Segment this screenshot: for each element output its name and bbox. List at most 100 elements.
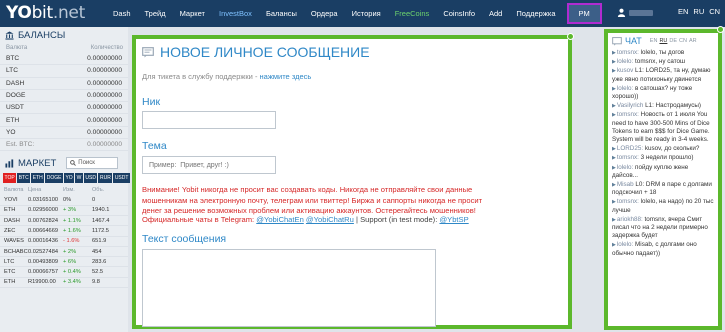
support-ticket-link[interactable]: нажмите здесь — [260, 72, 312, 81]
balance-row[interactable]: YO 0.00000000 — [0, 127, 128, 140]
market-columns: Валюта Цена Изм. Объ. — [0, 185, 128, 195]
chat-lang-en[interactable]: EN — [650, 38, 658, 44]
reply-arrow-icon[interactable]: ▶ — [612, 242, 616, 248]
reply-arrow-icon[interactable]: ▶ — [612, 112, 616, 118]
chat-nickname[interactable]: lolelo: — [617, 58, 633, 65]
market-tab-rur[interactable]: RUR — [98, 173, 113, 184]
lang-en[interactable]: EN — [678, 7, 688, 16]
market-tab-top[interactable]: TOP — [3, 173, 17, 184]
chat-lang-de[interactable]: DE — [669, 38, 677, 44]
chat-message: ▶lolelo: пойду куплю жене дайсов... — [612, 164, 716, 180]
nav-history[interactable]: История — [345, 9, 388, 18]
market-tab-eth[interactable]: ETH — [31, 173, 45, 184]
market-col-volume[interactable]: Объ. — [92, 187, 120, 193]
market-row[interactable]: LTC 0.00493809 + 6% 283.6 — [0, 257, 128, 268]
market-row-currency: ZEC — [4, 227, 16, 234]
market-col-currency[interactable]: Валюта — [4, 187, 28, 193]
balance-row[interactable]: LTC 0.00000000 — [0, 65, 128, 78]
market-row-volume: 1172.5 — [92, 227, 109, 234]
nav-market[interactable]: Маркет — [173, 9, 212, 18]
chat-lang-ru[interactable]: RU — [659, 38, 667, 44]
market-row[interactable]: WAVES 0.00016436 - 1.6% 651.9 — [0, 237, 128, 247]
telegram-chat-en-link[interactable]: @YobiChatEn — [256, 215, 304, 224]
market-row[interactable]: ETH 0.02956000 + 3% 1940.1 — [0, 206, 128, 216]
market-row[interactable]: BCHABC 0.02527484 + 2% 454 — [0, 247, 128, 258]
market-row-change: + 2% — [63, 248, 77, 255]
market-row[interactable]: YOVI 0.03165100 0% 0 — [0, 195, 128, 206]
reply-arrow-icon[interactable]: ▶ — [612, 199, 616, 205]
chat-nickname[interactable]: tomsnx: — [617, 111, 639, 118]
lang-ru[interactable]: RU — [693, 7, 704, 16]
chat-nickname[interactable]: tomsnx: — [617, 154, 639, 161]
chat-nickname[interactable]: tomsnx: — [617, 198, 639, 205]
reply-arrow-icon[interactable]: ▶ — [612, 165, 616, 171]
reply-arrow-icon[interactable]: ▶ — [612, 59, 616, 65]
nav-balances[interactable]: Балансы — [259, 9, 304, 18]
lang-cn[interactable]: CN — [709, 7, 720, 16]
subject-input[interactable] — [142, 156, 276, 174]
market-tab-yo[interactable]: YO — [63, 173, 75, 184]
market-search[interactable]: Поиск — [66, 157, 119, 170]
balance-row[interactable]: BTC 0.00000000 — [0, 53, 128, 66]
balance-amount: 0.00000000 — [87, 79, 122, 87]
reply-arrow-icon[interactable]: ▶ — [612, 103, 616, 109]
reply-arrow-icon[interactable]: ▶ — [612, 50, 616, 56]
balance-currency: YO — [6, 128, 16, 136]
support-telegram-link[interactable]: @YbtSP — [439, 215, 468, 224]
chat-nickname[interactable]: Misab — [617, 181, 634, 188]
message-textarea[interactable] — [142, 249, 436, 327]
market-row[interactable]: DASH 0.00762824 + 1.1% 1467.4 — [0, 216, 128, 227]
chat-nickname[interactable]: tomsnx: — [617, 49, 639, 56]
market-col-price[interactable]: Цена — [28, 187, 63, 193]
market-tab-w[interactable]: W — [75, 173, 83, 184]
chat-lang-ar[interactable]: AR — [689, 38, 697, 44]
nav-orders[interactable]: Ордера — [304, 9, 345, 18]
balance-row[interactable]: USDT 0.00000000 — [0, 102, 128, 115]
hint-text: Для тикета в службу поддержки - — [142, 72, 260, 81]
reply-arrow-icon[interactable]: ▶ — [612, 86, 616, 92]
telegram-chat-ru-link[interactable]: @YobiChatRu — [306, 215, 354, 224]
nav-coinsinfo[interactable]: CoinsInfo — [436, 9, 482, 18]
balance-row[interactable]: DASH 0.00000000 — [0, 78, 128, 90]
market-tab-usdt[interactable]: USDT — [113, 173, 130, 184]
balance-row[interactable]: DOGE 0.00000000 — [0, 90, 128, 103]
chat-nickname[interactable]: lolelo: — [617, 241, 633, 248]
nav-investbox[interactable]: InvestBox — [212, 9, 259, 18]
market-tab-doge[interactable]: DOGE — [45, 173, 63, 184]
market-tab-usd[interactable]: USD — [83, 173, 98, 184]
user-menu[interactable] — [617, 8, 653, 17]
reply-arrow-icon[interactable]: ▶ — [612, 68, 616, 74]
nav-support[interactable]: Поддержка — [509, 9, 562, 18]
balance-amount: 0.00000000 — [87, 67, 122, 75]
market-row-currency: LTC — [4, 258, 15, 265]
nav-pm[interactable]: PM — [566, 3, 602, 24]
chat-nickname[interactable]: lolelo: — [617, 85, 633, 92]
nick-input[interactable] — [142, 111, 276, 129]
market-row[interactable]: ZEC 0.00664669 + 1.6% 1172.5 — [0, 226, 128, 237]
chat-lang-cn[interactable]: CN — [679, 38, 687, 44]
market-tab-btc[interactable]: BTC — [17, 173, 31, 184]
chat-corner-marker — [717, 26, 724, 33]
yobit-logo[interactable]: YObit.net — [6, 3, 85, 23]
market-row[interactable]: ETH R19900.00 + 3.4% 9.8 — [0, 278, 128, 289]
reply-arrow-icon[interactable]: ▶ — [612, 217, 616, 223]
left-sidebar: БАЛАНСЫ Валюта Количество BTC 0.00000000 … — [0, 27, 130, 332]
chat-nickname[interactable]: Vasilyrich — [617, 102, 643, 109]
balance-amount: 0.00000000 — [87, 92, 122, 100]
market-col-change[interactable]: Изм. — [63, 187, 92, 193]
market-title: МАРКЕТ — [18, 157, 57, 169]
market-row[interactable]: ETC 0.00066757 + 0.4% 52.5 — [0, 267, 128, 278]
reply-arrow-icon[interactable]: ▶ — [612, 182, 616, 188]
nav-trade[interactable]: Трейд — [138, 9, 173, 18]
chat-nickname[interactable]: lolelo: — [617, 164, 633, 171]
chat-nickname[interactable]: ariokh88: — [617, 216, 643, 223]
chat-nickname[interactable]: kusov — [617, 67, 633, 74]
chat-nickname[interactable]: LORD25: — [617, 145, 643, 152]
reply-arrow-icon[interactable]: ▶ — [612, 155, 616, 161]
balance-amount: 0.00000000 — [87, 104, 122, 112]
reply-arrow-icon[interactable]: ▶ — [612, 146, 616, 152]
nav-freecoins[interactable]: FreeCoins — [388, 9, 437, 18]
nav-add[interactable]: Add — [482, 9, 509, 18]
balance-row[interactable]: ETH 0.00000000 — [0, 114, 128, 127]
nav-dash[interactable]: Dash — [106, 9, 138, 18]
